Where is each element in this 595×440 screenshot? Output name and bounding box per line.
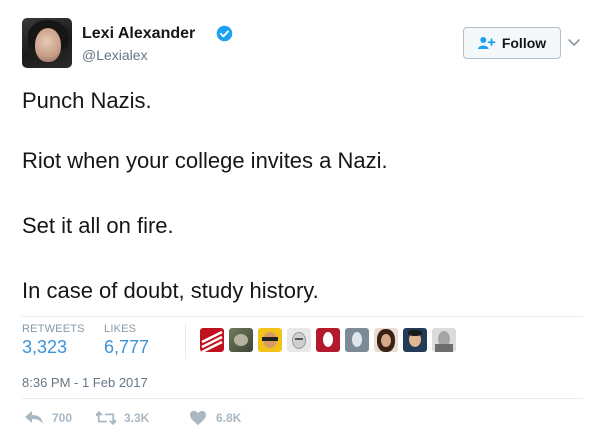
likes-count[interactable]: 6,777 — [104, 337, 149, 358]
tweet-timestamp[interactable]: 8:36 PM - 1 Feb 2017 — [22, 375, 148, 390]
liker-avatar[interactable] — [374, 328, 398, 352]
liker-avatar[interactable] — [345, 328, 369, 352]
reply-icon — [25, 411, 43, 424]
retweet-action[interactable]: 3.3K — [96, 410, 149, 426]
tweet-text-line: In case of doubt, study history. — [22, 278, 319, 303]
follow-button-label: Follow — [501, 35, 547, 51]
retweet-icon — [96, 410, 116, 426]
tweet-text-line: Punch Nazis. — [22, 88, 152, 113]
tweet-text-line: Set it all on fire. — [22, 213, 174, 238]
tweet-text-line: Riot when your college invites a Nazi. — [22, 148, 388, 173]
reply-action[interactable]: 700 — [24, 410, 72, 426]
avatar-face — [35, 28, 61, 62]
liker-avatar[interactable] — [258, 328, 282, 352]
follow-button[interactable]: Follow — [463, 27, 561, 59]
likes-label: LIKES — [104, 323, 137, 335]
liker-avatar[interactable] — [432, 328, 456, 352]
person-add-icon — [477, 37, 496, 49]
like-count: 6.8K — [216, 411, 242, 425]
liker-avatar[interactable] — [287, 328, 311, 352]
retweet-count: 3.3K — [124, 411, 150, 425]
stats-top-divider — [22, 316, 583, 317]
liker-avatar[interactable] — [403, 328, 427, 352]
retweets-count[interactable]: 3,323 — [22, 337, 67, 358]
author-avatar[interactable] — [22, 18, 72, 68]
heart-icon — [190, 410, 206, 426]
stats-separator — [185, 323, 186, 359]
liker-avatar[interactable] — [316, 328, 340, 352]
chevron-down-icon[interactable] — [567, 35, 581, 49]
like-action[interactable]: 6.8K — [188, 410, 241, 426]
reply-count: 700 — [52, 411, 73, 425]
author-handle[interactable]: @Lexialex — [82, 47, 148, 63]
liker-avatars — [200, 328, 456, 352]
author-name[interactable]: Lexi Alexander — [82, 25, 195, 43]
verified-badge-icon — [216, 25, 233, 42]
liker-avatar[interactable] — [200, 328, 224, 352]
retweets-label: RETWEETS — [22, 323, 85, 335]
actions-divider — [22, 398, 583, 399]
liker-avatar[interactable] — [229, 328, 253, 352]
